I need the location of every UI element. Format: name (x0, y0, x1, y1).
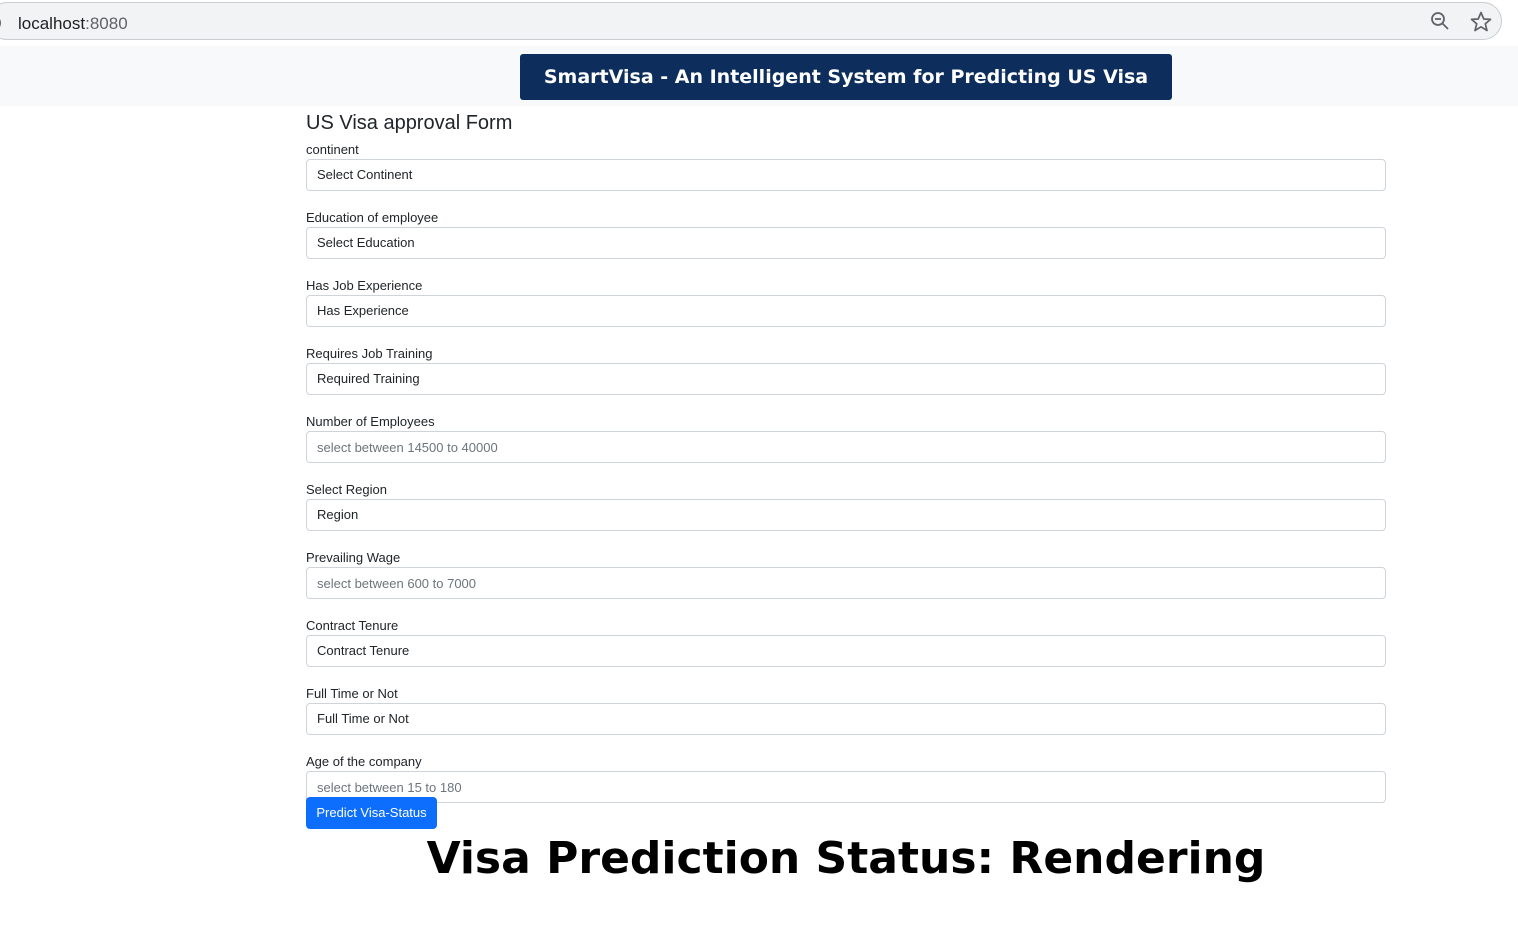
full-time-select[interactable]: Full Time or Not (306, 703, 1386, 735)
contract-tenure-select[interactable]: Contract Tenure (306, 635, 1386, 667)
continent-group: continent Select Continent (306, 141, 1386, 206)
employees-input[interactable] (306, 431, 1386, 463)
job-training-label: Requires Job Training (306, 346, 433, 361)
company-age-group: Age of the company (306, 753, 1386, 818)
page-header: SmartVisa - An Intelligent System for Pr… (0, 46, 1518, 134)
employees-group: Number of Employees (306, 413, 1386, 478)
full-time-label: Full Time or Not (306, 686, 398, 701)
company-age-label: Age of the company (306, 754, 422, 769)
education-select[interactable]: Select Education (306, 227, 1386, 259)
region-group: Select Region Region (306, 481, 1386, 546)
wage-input[interactable] (306, 567, 1386, 599)
zoom-out-icon[interactable] (1430, 11, 1450, 31)
url-port: :8080 (85, 14, 128, 33)
company-age-input[interactable] (306, 771, 1386, 803)
app-title: SmartVisa - An Intelligent System for Pr… (520, 54, 1172, 134)
site-info-icon[interactable]: i (0, 15, 1, 31)
wage-group: Prevailing Wage (306, 549, 1386, 614)
region-select[interactable]: Region (306, 499, 1386, 531)
predict-button[interactable]: Predict Visa-Status (306, 797, 437, 829)
job-training-select[interactable]: Required Training (306, 363, 1386, 395)
employees-label: Number of Employees (306, 414, 435, 429)
region-label: Select Region (306, 482, 387, 497)
url-host: localhost (18, 14, 86, 33)
continent-select[interactable]: Select Continent (306, 159, 1386, 191)
contract-tenure-group: Contract Tenure Contract Tenure (306, 617, 1386, 682)
bookmark-star-icon[interactable] (1469, 10, 1493, 34)
education-label: Education of employee (306, 210, 439, 225)
form-title: US Visa approval Form (306, 112, 513, 134)
visa-form: US Visa approval Form continent Select C… (306, 106, 1386, 818)
contract-tenure-label: Contract Tenure (306, 618, 399, 633)
wage-label: Prevailing Wage (306, 550, 401, 565)
url-text[interactable]: localhost:8080 (18, 14, 128, 34)
job-experience-group: Has Job Experience Has Experience (306, 277, 1386, 342)
continent-label: continent (306, 142, 359, 157)
job-experience-label: Has Job Experience (306, 278, 423, 293)
full-time-group: Full Time or Not Full Time or Not (306, 685, 1386, 750)
browser-toolbar: i localhost:8080 (0, 0, 1518, 46)
prediction-status: Visa Prediction Status: Rendering (426, 833, 1266, 884)
job-training-group: Requires Job Training Required Training (306, 345, 1386, 410)
education-group: Education of employee Select Education (306, 209, 1386, 274)
job-experience-select[interactable]: Has Experience (306, 295, 1386, 327)
address-bar[interactable]: i localhost:8080 (0, 2, 1502, 40)
